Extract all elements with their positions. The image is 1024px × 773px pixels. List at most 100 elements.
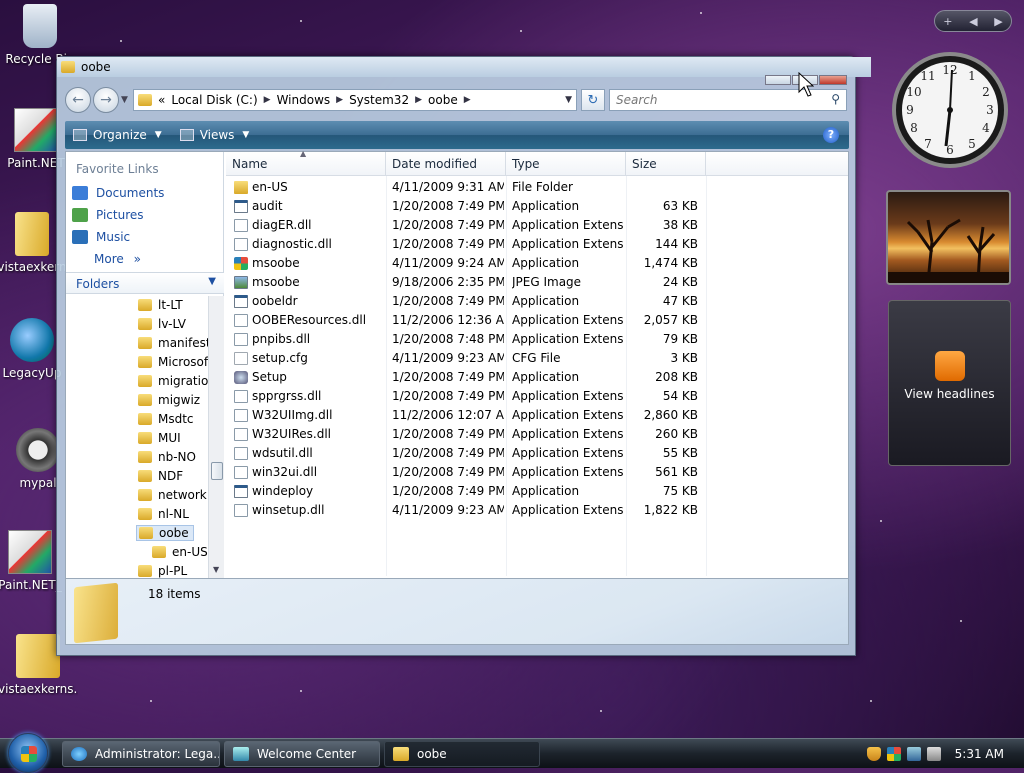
column-header-name[interactable]: Name ▲: [226, 149, 386, 176]
file-name: setup.cfg: [252, 351, 308, 365]
column-header-type[interactable]: Type: [506, 152, 626, 176]
tree-item[interactable]: lv-LV: [138, 317, 186, 331]
tree-item[interactable]: en-US: [152, 545, 208, 559]
favorite-link-documents[interactable]: Documents: [72, 186, 164, 200]
tree-item[interactable]: Msdtc: [138, 412, 194, 426]
breadcrumb-oobe[interactable]: oobe ▶: [428, 93, 471, 107]
breadcrumb-arrow-icon[interactable]: ▶: [415, 95, 422, 105]
security-shield-icon[interactable]: [866, 747, 881, 761]
window-titlebar[interactable]: oobe: [57, 57, 871, 77]
clock-time[interactable]: 5:31 AM: [955, 747, 1004, 761]
tree-item[interactable]: NDF: [138, 469, 183, 483]
file-row[interactable]: oobeldr 1/20/2008 7:49 PM Application 47 KB: [226, 292, 846, 311]
network-icon[interactable]: [906, 747, 921, 761]
dll-icon: [234, 409, 248, 422]
paint-net-icon: [8, 530, 52, 574]
folder-icon: [138, 413, 152, 425]
more-links[interactable]: More »: [94, 252, 141, 266]
chevron-down-icon: ▼: [208, 276, 216, 287]
file-row[interactable]: windeploy 1/20/2008 7:49 PM Application 75 …: [226, 482, 846, 501]
folder-icon: [138, 94, 152, 106]
next-icon[interactable]: ▶: [994, 15, 1002, 28]
tree-item[interactable]: MUI: [138, 431, 181, 445]
taskbar-button-welcome-center[interactable]: Welcome Center: [224, 741, 380, 767]
clock-gadget[interactable]: 12 12 345 678 91011: [890, 48, 1010, 172]
recent-pages-dropdown[interactable]: ▼: [121, 95, 133, 105]
taskbar-button-oobe[interactable]: oobe: [384, 741, 540, 767]
file-name: spprgrss.dll: [252, 389, 322, 403]
file-row[interactable]: wdsutil.dll 1/20/2008 7:49 PM Application …: [226, 444, 846, 463]
feed-headlines-gadget[interactable]: View headlines: [888, 300, 1011, 466]
breadcrumb-overflow[interactable]: «: [158, 93, 165, 107]
add-gadget-icon[interactable]: +: [943, 15, 952, 28]
previous-icon[interactable]: ◀: [969, 15, 977, 28]
breadcrumb-system32[interactable]: System32 ▶: [349, 93, 422, 107]
tree-item[interactable]: pl-PL: [138, 564, 187, 578]
file-row[interactable]: Setup 1/20/2008 7:49 PM Application 208 KB: [226, 368, 846, 387]
windows-flag-icon[interactable]: [886, 747, 901, 761]
tree-item[interactable]: network: [138, 488, 207, 502]
scroll-down-icon[interactable]: ▼: [213, 565, 219, 574]
slideshow-gadget[interactable]: [886, 190, 1011, 285]
file-row[interactable]: W32UIImg.dll 11/2/2006 12:07 AM Applicatio…: [226, 406, 846, 425]
close-button[interactable]: [819, 75, 847, 85]
file-row[interactable]: msoobe 9/18/2006 2:35 PM JPEG Image 24 KB: [226, 273, 846, 292]
file-date-modified: 1/20/2008 7:49 PM: [392, 484, 504, 498]
taskbar-button-administrator[interactable]: Administrator: Lega...: [62, 741, 220, 767]
file-row[interactable]: setup.cfg 4/11/2009 9:23 AM CFG File 3 KB: [226, 349, 846, 368]
tree-item[interactable]: migration: [138, 374, 208, 388]
tree-photo: [888, 218, 1009, 283]
help-icon[interactable]: ?: [823, 127, 839, 143]
column-header-size[interactable]: Size: [626, 152, 706, 176]
tree-item[interactable]: migwiz: [138, 393, 200, 407]
address-bar[interactable]: « Local Disk (C:) ▶ Windows ▶ System32 ▶ oo…: [133, 89, 577, 111]
scrollbar-thumb[interactable]: [211, 462, 223, 480]
minimize-button[interactable]: [765, 75, 791, 85]
column-header-date-modified[interactable]: Date modified: [386, 152, 506, 176]
file-row[interactable]: W32UIRes.dll 1/20/2008 7:49 PM Application…: [226, 425, 846, 444]
search-icon[interactable]: ⚲: [831, 92, 840, 106]
forward-button[interactable]: →: [93, 87, 119, 113]
sidebar-gadget-controls[interactable]: + ◀ ▶: [934, 10, 1012, 32]
dll-icon: [234, 447, 248, 460]
favorite-link-pictures[interactable]: Pictures: [72, 208, 144, 222]
tree-item[interactable]: nb-NO: [138, 450, 196, 464]
file-row[interactable]: spprgrss.dll 1/20/2008 7:49 PM Application…: [226, 387, 846, 406]
tree-item[interactable]: nl-NL: [138, 507, 189, 521]
tree-item[interactable]: Microsof: [138, 355, 208, 369]
favorite-link-music[interactable]: Music: [72, 230, 130, 244]
tree-item[interactable]: lt-LT: [138, 298, 183, 312]
address-dropdown-icon[interactable]: ▼: [565, 95, 572, 105]
tree-scrollbar[interactable]: ▼: [208, 296, 224, 578]
refresh-button[interactable]: ↻: [581, 89, 605, 111]
breadcrumb-windows[interactable]: Windows ▶: [277, 93, 344, 107]
file-date-modified: 1/20/2008 7:48 PM: [392, 332, 504, 346]
breadcrumb-arrow-icon[interactable]: ▶: [336, 95, 343, 105]
volume-muted-icon[interactable]: [926, 747, 941, 761]
tree-item-selected[interactable]: oobe: [136, 525, 194, 541]
file-row[interactable]: pnpibs.dll 1/20/2008 7:48 PM Application E…: [226, 330, 846, 349]
explorer-window[interactable]: oobe ← → ▼ « Local Disk (C:) ▶ Windows ▶ S…: [56, 56, 871, 656]
tree-item[interactable]: manifest: [138, 336, 208, 350]
breadcrumb-local-disk[interactable]: Local Disk (C:) ▶: [171, 93, 270, 107]
file-row[interactable]: OOBEResources.dll 11/2/2006 12:36 AM Appli…: [226, 311, 846, 330]
file-row[interactable]: audit 1/20/2008 7:49 PM Application 63 KB: [226, 197, 846, 216]
file-row[interactable]: win32ui.dll 1/20/2008 7:49 PM Application …: [226, 463, 846, 482]
file-row[interactable]: diagnostic.dll 1/20/2008 7:49 PM Applicati…: [226, 235, 846, 254]
file-row[interactable]: msoobe 4/11/2009 9:24 AM Application 1,474 …: [226, 254, 846, 273]
breadcrumb-arrow-icon[interactable]: ▶: [464, 95, 471, 105]
back-button[interactable]: ←: [65, 87, 91, 113]
start-button[interactable]: [8, 733, 48, 773]
file-row[interactable]: en-US 4/11/2009 9:31 AM File Folder: [226, 178, 846, 197]
file-name: diagER.dll: [252, 218, 312, 232]
file-row[interactable]: diagER.dll 1/20/2008 7:49 PM Application E…: [226, 216, 846, 235]
organize-menu[interactable]: Organize ▼: [65, 128, 172, 142]
file-row[interactable]: winsetup.dll 4/11/2009 9:23 AM Application…: [226, 501, 846, 520]
file-date-modified: 4/11/2009 9:23 AM: [392, 503, 504, 517]
file-name: OOBEResources.dll: [252, 313, 367, 327]
folders-header[interactable]: Folders ▼: [66, 272, 224, 294]
views-menu[interactable]: Views ▼: [172, 128, 260, 142]
cfg-icon: [234, 352, 248, 365]
breadcrumb-arrow-icon[interactable]: ▶: [264, 95, 271, 105]
file-type: Application Extens...: [512, 465, 624, 479]
